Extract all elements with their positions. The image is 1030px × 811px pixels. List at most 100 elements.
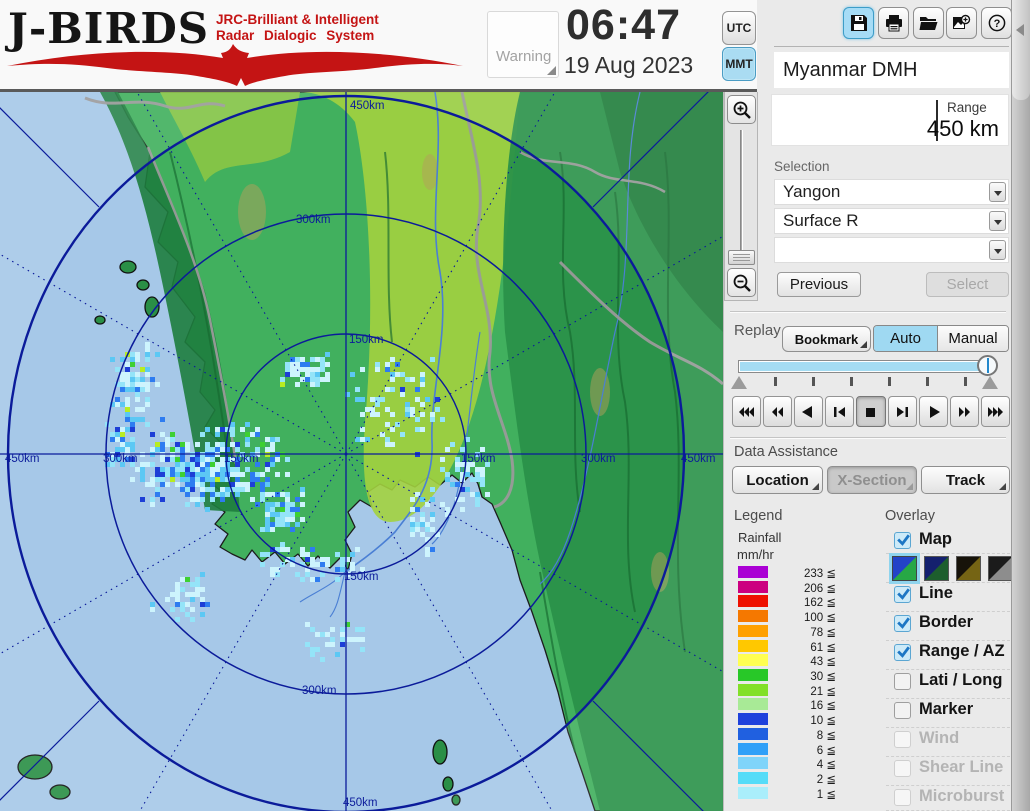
chevron-down-icon [994, 220, 1002, 225]
previous-button[interactable]: Previous [777, 272, 861, 297]
timeline-tick [850, 377, 853, 386]
save-button[interactable] [843, 7, 874, 39]
timeline-tick [812, 377, 815, 386]
legend-value: 8 ≦ [772, 728, 836, 742]
range-value: 450 km [927, 116, 999, 142]
dropdown-arrow-button[interactable] [989, 182, 1006, 202]
timeline-tick [926, 377, 929, 386]
bookmark-label: Bookmark [795, 332, 859, 347]
add-image-button[interactable] [946, 7, 977, 39]
data-assistance-label: Data Assistance [734, 444, 838, 460]
selection-dropdown-0[interactable]: Yangon [774, 179, 1009, 205]
border-checkbox[interactable] [894, 615, 911, 632]
overlay-item-label: Shear Line [919, 758, 1003, 777]
replay-mode-toggle: Auto Manual [873, 325, 1009, 352]
open-folder-icon [919, 14, 938, 32]
control-panel: ? Myanmar DMH Range 450 km Selection Yan… [723, 0, 1011, 811]
overlay-row-line: Line [886, 583, 1010, 612]
check-icon [895, 614, 912, 631]
warning-button[interactable]: Warning [487, 11, 559, 78]
map-style-swatch-1[interactable] [892, 556, 917, 581]
map-style-swatch-2[interactable] [924, 556, 949, 581]
legend-value: 30 ≦ [772, 669, 836, 683]
legend-color-swatch [738, 640, 768, 652]
legend-value: 2 ≦ [772, 772, 836, 786]
clock-date: 19 Aug 2023 [564, 52, 693, 79]
range-ring-label: 300km [103, 453, 138, 465]
overlay-row-shear-line: Shear Line [886, 757, 1010, 786]
overlay-row-map: Map [886, 529, 1010, 554]
legend-value: 100 ≦ [772, 610, 836, 624]
legend-value: 206 ≦ [772, 581, 836, 595]
zoom-in-button[interactable] [727, 95, 756, 124]
play-reverse-button[interactable] [794, 396, 823, 427]
legend-title-rainfall: Rainfall [738, 530, 781, 545]
overlay-row-range-az: Range / AZ [886, 641, 1010, 670]
stop-button[interactable] [856, 396, 885, 427]
range-ring-label: 450km [5, 453, 40, 465]
map-style-swatch-4[interactable] [988, 556, 1013, 581]
play-button[interactable] [919, 396, 948, 427]
timeline-tick [964, 377, 967, 386]
legend-title-unit: mm/hr [737, 547, 774, 562]
auto-button[interactable]: Auto [874, 326, 938, 351]
range-ring-label: 450km [681, 453, 716, 465]
zoom-slider-handle[interactable] [728, 250, 755, 265]
legend-value: 4 ≦ [772, 757, 836, 771]
replay-timeline-slider[interactable] [738, 360, 994, 373]
range-ring-label: 450km [343, 797, 378, 809]
legend-value: 10 ≦ [772, 713, 836, 727]
dropdown-arrow-button[interactable] [989, 211, 1006, 231]
manual-button[interactable]: Manual [938, 326, 1008, 351]
header: J-BIRDS JRC-Brilliant & Intelligent Rada… [0, 0, 757, 92]
map-zoom-strip [724, 92, 758, 301]
forward-2x-button[interactable] [950, 396, 979, 427]
track-button[interactable]: Track [921, 466, 1010, 494]
help-button[interactable]: ? [981, 7, 1012, 39]
marker-checkbox[interactable] [894, 702, 911, 719]
timeline-end-marker[interactable] [982, 376, 998, 389]
legend-color-swatch [738, 581, 768, 593]
add-image-icon [952, 14, 971, 32]
x-section-button[interactable]: X-Section [827, 466, 917, 494]
range-az-checkbox[interactable] [894, 644, 911, 661]
rewind-3x-button[interactable] [732, 396, 761, 427]
overlay-row-lati-long: Lati / Long [886, 670, 1010, 699]
forward-2x-icon [956, 406, 973, 418]
legend-value: 6 ≦ [772, 743, 836, 757]
selection-dropdown-2[interactable] [774, 237, 1009, 263]
radar-map[interactable]: 450km300km150km450km300km150km150km300km… [0, 92, 723, 811]
open-folder-button[interactable] [913, 7, 944, 39]
clock-time: 06:47 [566, 1, 681, 50]
print-button[interactable] [878, 7, 909, 39]
dropdown-arrow-button[interactable] [989, 240, 1006, 260]
map-style-swatch-3[interactable] [956, 556, 981, 581]
legend-value: 162 ≦ [772, 595, 836, 609]
radar-map-canvas[interactable]: 450km300km150km450km300km150km150km300km… [0, 92, 723, 811]
legend-color-swatch [738, 684, 768, 696]
step-forward-button[interactable] [888, 396, 917, 427]
line-checkbox[interactable] [894, 586, 911, 603]
forward-3x-button[interactable] [981, 396, 1010, 427]
timeline-start-marker[interactable] [731, 376, 747, 389]
selection-dropdown-1[interactable]: Surface R [774, 208, 1009, 234]
lati-long-checkbox[interactable] [894, 673, 911, 690]
zoom-slider-track[interactable] [740, 130, 743, 252]
timezone-utc-button[interactable]: UTC [722, 11, 756, 45]
map-checkbox[interactable] [894, 532, 911, 549]
replay-slider-handle[interactable] [977, 355, 998, 376]
zoom-out-button[interactable] [727, 268, 756, 297]
j-birds-app: 450km300km150km450km300km150km150km300km… [0, 0, 1030, 811]
bookmark-button[interactable]: Bookmark [782, 326, 871, 352]
legend-color-swatch [738, 743, 768, 755]
legend-color-swatch [738, 787, 768, 799]
location-button[interactable]: Location [732, 466, 823, 494]
step-back-button[interactable] [825, 396, 854, 427]
overlay-item-label: Microburst [919, 787, 1004, 806]
timezone-mmt-button[interactable]: MMT [722, 47, 756, 81]
panel-collapse-tab[interactable] [1012, 0, 1030, 100]
rewind-2x-button[interactable] [763, 396, 792, 427]
warning-resize-grip [547, 66, 556, 75]
zoom-in-icon [732, 100, 752, 120]
select-button[interactable]: Select [926, 272, 1009, 297]
